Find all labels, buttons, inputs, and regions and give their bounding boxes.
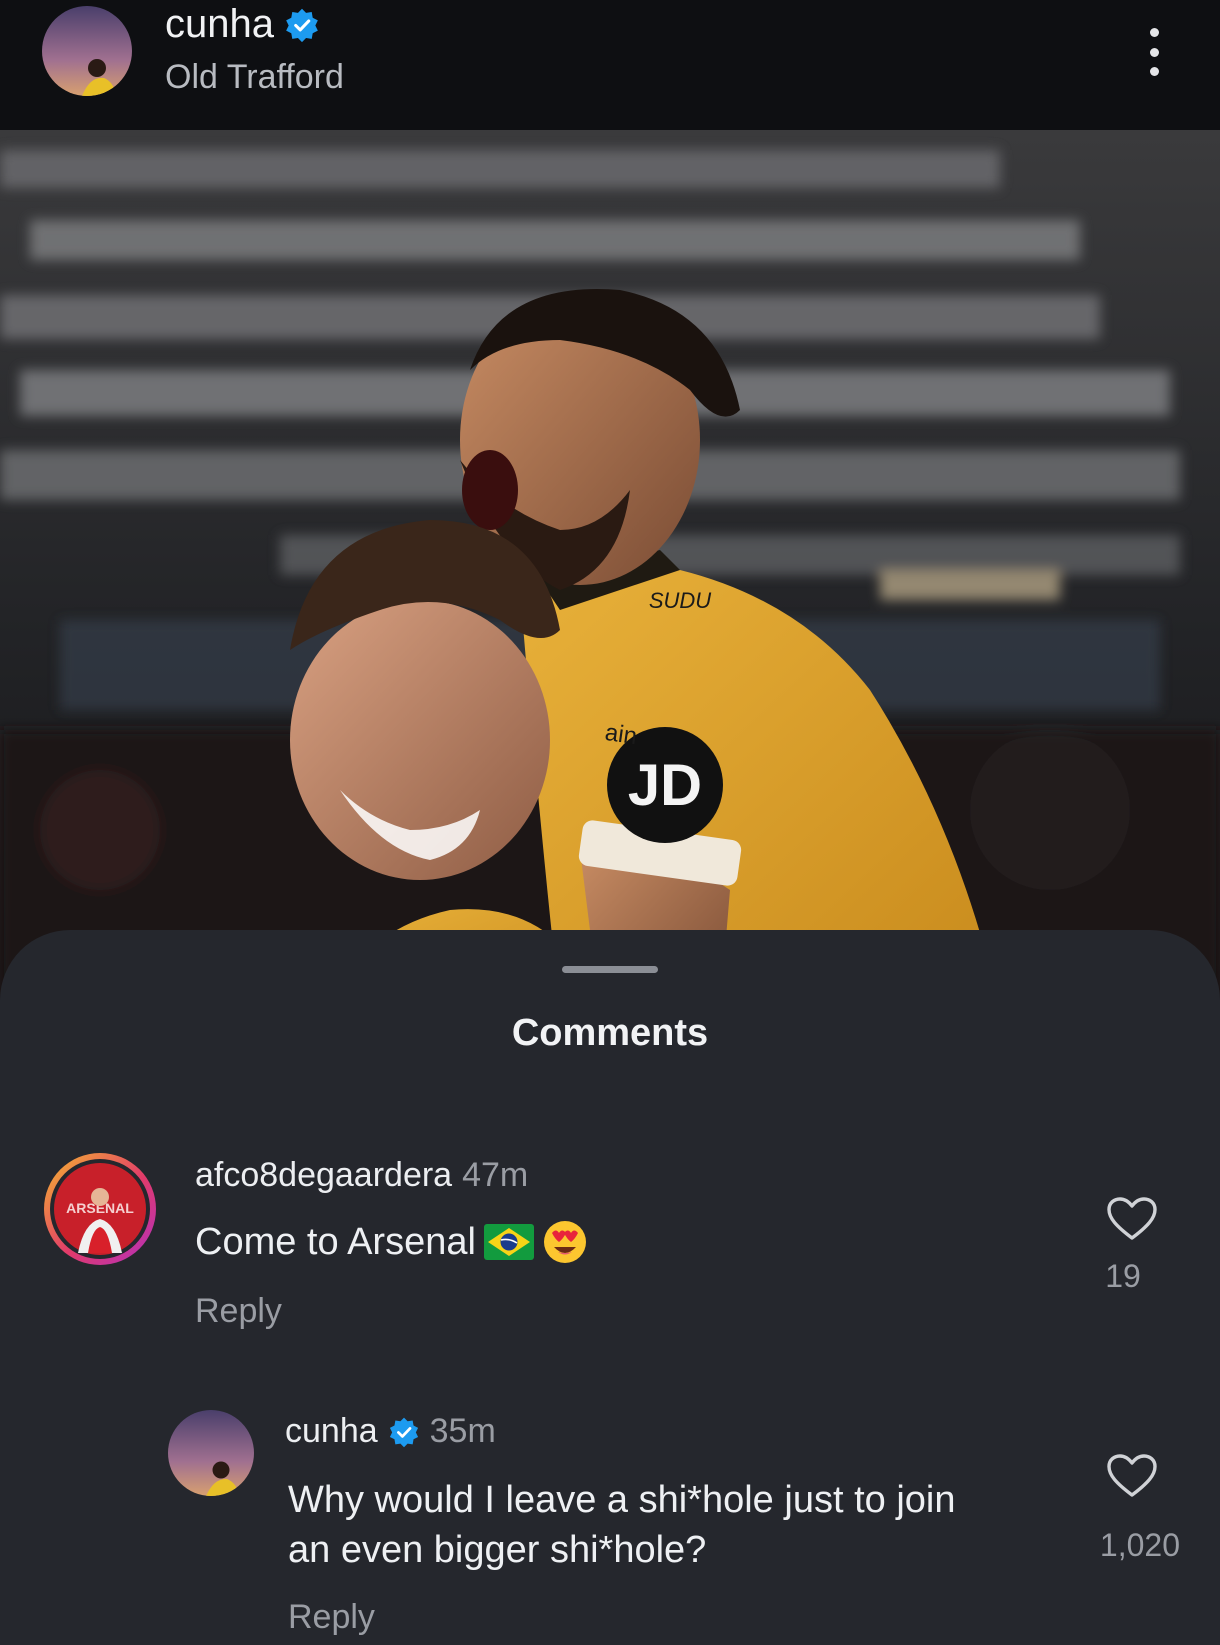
comment-item: cunha 35m Why would I leave a shi*hole j… bbox=[0, 930, 1220, 1645]
comment-text-line: Why would I leave a shi*hole just to joi… bbox=[288, 1479, 956, 1521]
author-avatar[interactable] bbox=[42, 6, 132, 96]
reply-button[interactable]: Reply bbox=[288, 1598, 375, 1637]
commenter-avatar[interactable] bbox=[168, 1410, 254, 1496]
comment-time: 35m bbox=[429, 1412, 496, 1450]
commenter-username-text: cunha bbox=[285, 1412, 378, 1450]
photo-sponsor-logo: JD bbox=[628, 753, 702, 818]
heart-icon bbox=[1107, 1454, 1157, 1497]
author-username-text: cunha bbox=[165, 2, 274, 46]
author-username[interactable]: cunha bbox=[165, 2, 320, 47]
comments-sheet: Comments ARSENAL afco8degaardera 47m Com… bbox=[0, 930, 1220, 1645]
verified-badge-icon bbox=[286, 8, 318, 42]
post-header: cunha Old Trafford bbox=[0, 0, 1220, 130]
more-options-icon[interactable] bbox=[1142, 22, 1166, 82]
like-button[interactable] bbox=[1106, 1453, 1166, 1504]
post-location[interactable]: Old Trafford bbox=[165, 58, 344, 97]
commenter-username[interactable]: cunha 35m bbox=[285, 1412, 496, 1451]
comment-text: Why would I leave a shi*hole just to joi… bbox=[288, 1475, 1048, 1575]
comment-text-line: an even bigger shi*hole? bbox=[288, 1529, 707, 1571]
verified-badge-icon bbox=[389, 1417, 418, 1447]
post-screen: cunha Old Trafford JD SUDU ain Comments … bbox=[0, 0, 1220, 1645]
post-photo[interactable]: JD SUDU ain bbox=[0, 130, 1220, 1010]
like-count: 1,020 bbox=[1099, 1527, 1180, 1563]
photo-sponsor-top: SUDU bbox=[649, 588, 711, 613]
photo-armband: ain bbox=[603, 719, 638, 750]
